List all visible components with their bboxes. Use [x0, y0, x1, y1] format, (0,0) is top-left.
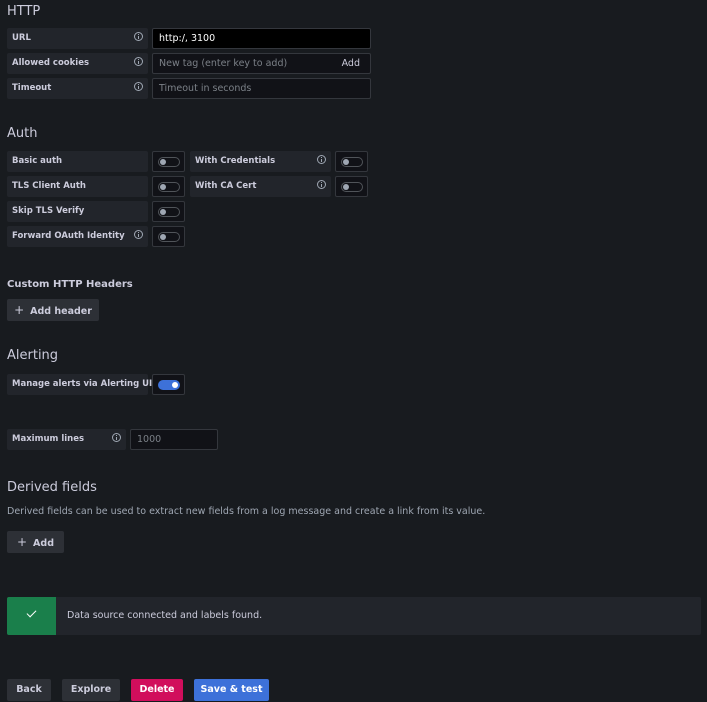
basic-auth-label: Basic auth: [12, 156, 63, 166]
basic-auth-toggle[interactable]: [158, 157, 180, 167]
basic-auth-toggle-box: [152, 151, 185, 172]
delete-button[interactable]: Delete: [131, 679, 183, 701]
add-derived-field-label: Add: [33, 538, 54, 549]
timeout-label-box: Timeout: [7, 78, 148, 99]
with-ca-cert-toggle[interactable]: [341, 182, 363, 192]
info-icon[interactable]: [134, 57, 143, 66]
info-icon[interactable]: [317, 155, 326, 164]
section-title-derived-fields: Derived fields: [7, 480, 97, 495]
toggle-knob: [343, 184, 349, 190]
tls-client-auth-toggle[interactable]: [158, 182, 180, 192]
alert-message: Data source connected and labels found.: [67, 610, 263, 621]
forward-oauth-label: Forward OAuth Identity: [12, 231, 125, 241]
max-lines-placeholder: 1000: [137, 434, 162, 445]
allowed-cookies-label-box: Allowed cookies: [7, 53, 148, 74]
plus-icon: +: [14, 303, 25, 317]
allowed-cookies-add-button[interactable]: Add: [342, 54, 360, 73]
info-icon[interactable]: [134, 32, 143, 41]
plus-icon: +: [16, 535, 28, 549]
max-lines-input[interactable]: 1000: [130, 429, 218, 450]
tls-client-auth-label: TLS Client Auth: [12, 181, 86, 191]
skip-tls-verify-label: Skip TLS Verify: [12, 206, 85, 216]
manage-alerts-toggle[interactable]: [158, 380, 180, 390]
timeout-input[interactable]: Timeout in seconds: [152, 78, 371, 99]
manage-alerts-label-box: Manage alerts via Alerting UI: [7, 374, 152, 395]
skip-tls-verify-toggle[interactable]: [158, 207, 180, 217]
save-test-button[interactable]: Save & test: [194, 679, 269, 701]
with-ca-cert-label: With CA Cert: [195, 181, 257, 191]
info-icon[interactable]: [317, 180, 326, 189]
url-label: URL: [12, 33, 31, 43]
add-header-label: Add header: [30, 306, 92, 317]
custom-headers-title: Custom HTTP Headers: [7, 279, 133, 290]
toggle-knob: [343, 159, 349, 165]
with-ca-cert-toggle-box: [335, 176, 368, 197]
tls-client-auth-toggle-box: [152, 176, 185, 197]
section-title-auth: Auth: [7, 126, 38, 141]
with-ca-cert-label-box: With CA Cert: [190, 176, 331, 197]
toggle-knob: [160, 159, 166, 165]
max-lines-label: Maximum lines: [12, 434, 85, 444]
skip-tls-verify-label-box: Skip TLS Verify: [7, 201, 148, 222]
toggle-knob: [160, 184, 166, 190]
manage-alerts-label: Manage alerts via Alerting UI: [12, 379, 153, 389]
with-credentials-toggle[interactable]: [341, 157, 363, 167]
forward-oauth-toggle[interactable]: [158, 232, 180, 242]
toggle-knob: [160, 209, 166, 215]
add-derived-field-button[interactable]: + Add: [7, 531, 64, 553]
skip-tls-verify-toggle-box: [152, 201, 185, 222]
explore-button[interactable]: Explore: [62, 679, 120, 701]
forward-oauth-toggle-box: [152, 226, 185, 247]
add-header-button[interactable]: + Add header: [7, 299, 99, 321]
section-title-alerting: Alerting: [7, 348, 59, 363]
allowed-cookies-input[interactable]: New tag (enter key to add) Add: [152, 53, 371, 74]
url-input[interactable]: http:/, 3100: [152, 28, 371, 49]
back-button[interactable]: Back: [7, 679, 51, 701]
forward-oauth-label-box: Forward OAuth Identity: [7, 226, 148, 247]
toggle-knob: [172, 382, 178, 388]
max-lines-label-box: Maximum lines: [7, 429, 126, 450]
with-credentials-label-box: With Credentials: [190, 151, 331, 172]
info-icon[interactable]: [134, 230, 143, 239]
manage-alerts-toggle-box: [152, 374, 185, 395]
check-icon: [26, 607, 37, 618]
url-label-box: URL: [7, 28, 148, 49]
section-title-http: HTTP: [7, 4, 41, 19]
allowed-cookies-placeholder: New tag (enter key to add): [159, 58, 288, 69]
tls-client-auth-label-box: TLS Client Auth: [7, 176, 148, 197]
derived-fields-description: Derived fields can be used to extract ne…: [7, 506, 486, 517]
allowed-cookies-label: Allowed cookies: [12, 58, 90, 68]
timeout-label: Timeout: [12, 83, 52, 93]
success-icon-box: [7, 597, 56, 635]
with-credentials-label: With Credentials: [195, 156, 276, 166]
datasource-settings-page: HTTP URL http:/, 3100 Allowed cookies Ne…: [0, 0, 707, 702]
info-icon[interactable]: [112, 433, 121, 442]
success-alert: Data source connected and labels found.: [7, 597, 701, 635]
with-credentials-toggle-box: [335, 151, 368, 172]
info-icon[interactable]: [134, 82, 143, 91]
toggle-knob: [160, 234, 166, 240]
basic-auth-label-box: Basic auth: [7, 151, 148, 172]
timeout-placeholder: Timeout in seconds: [159, 83, 252, 94]
